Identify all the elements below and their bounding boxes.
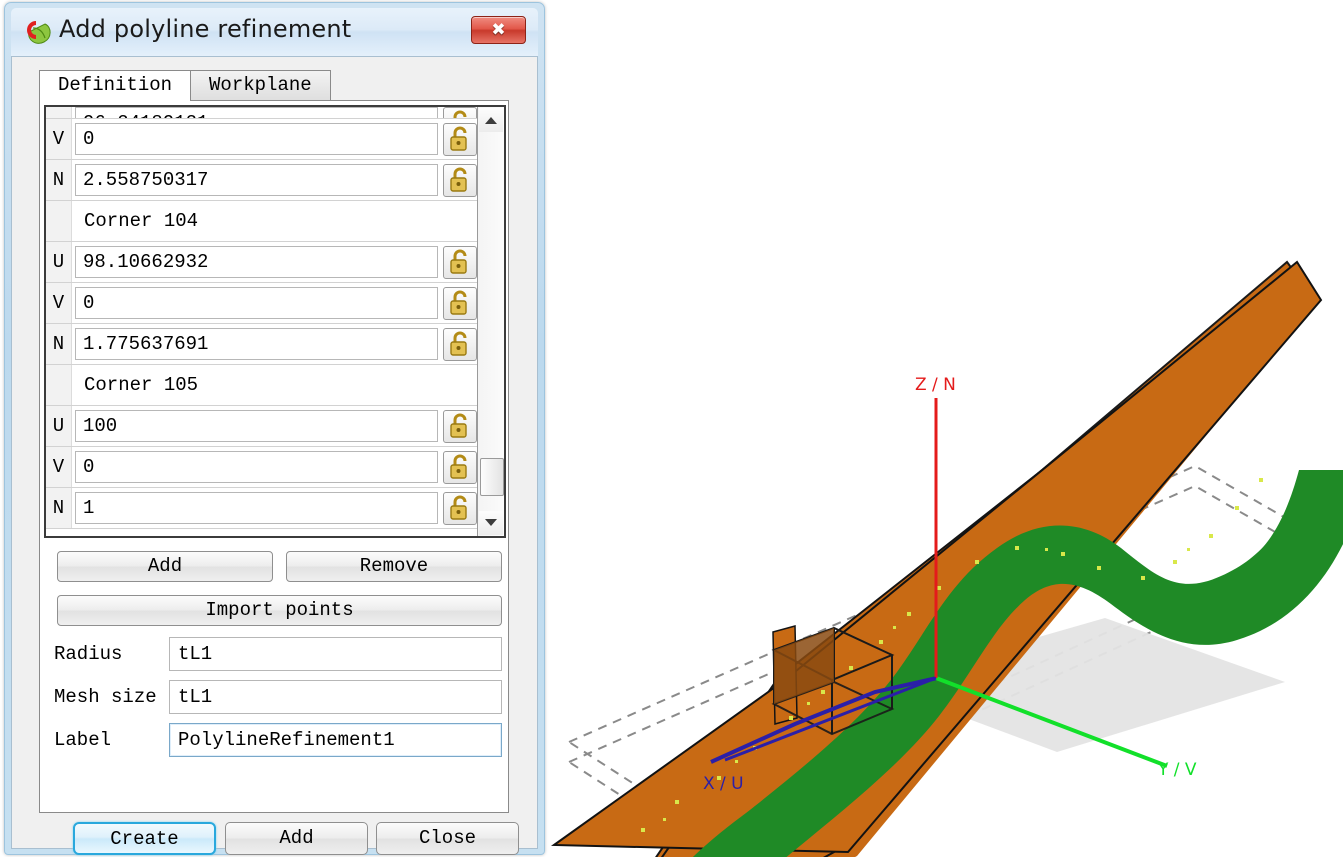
- row-lock-cell: [440, 163, 480, 197]
- corner-group-header: Corner 104: [46, 201, 480, 242]
- row-axis-label: N: [46, 160, 72, 200]
- dialog-client-area: Definition Workplane U 96.24189121: [11, 56, 538, 855]
- comsol-leaf-icon: [26, 21, 51, 44]
- corner-header-gutter: [46, 365, 72, 405]
- add-point-button[interactable]: Add: [57, 551, 273, 582]
- row-value-input[interactable]: 100: [75, 410, 438, 442]
- list-row[interactable]: N 2.558750317: [46, 160, 480, 201]
- list-row[interactable]: V 0: [46, 447, 480, 488]
- scrollbar-thumb[interactable]: [480, 458, 504, 496]
- create-button[interactable]: Create: [73, 822, 216, 855]
- 3d-viewport[interactable]: Z / N X / U Y / V: [545, 0, 1343, 857]
- unlocked-padlock-icon[interactable]: [443, 163, 477, 197]
- unlocked-padlock-icon[interactable]: [443, 450, 477, 484]
- row-lock-cell: [440, 286, 480, 320]
- row-axis-label: U: [46, 406, 72, 446]
- corner-header-gutter: [46, 201, 72, 241]
- list-row[interactable]: U 96.24189121: [46, 107, 480, 119]
- scroll-down-arrow-icon[interactable]: [479, 511, 503, 535]
- tab-strip: Definition Workplane: [39, 70, 331, 101]
- row-axis-label: N: [46, 324, 72, 364]
- unlocked-padlock-icon[interactable]: [443, 286, 477, 320]
- label-label: Label: [54, 729, 112, 751]
- list-row[interactable]: N 1.775637691: [46, 324, 480, 365]
- tab-definition[interactable]: Definition: [39, 70, 192, 101]
- scroll-up-arrow-icon[interactable]: [479, 108, 503, 132]
- unlocked-padlock-icon[interactable]: [443, 409, 477, 443]
- corner-point-list-body: U 96.24189121 V 0: [46, 107, 480, 536]
- list-row[interactable]: N 1: [46, 488, 480, 529]
- unlocked-padlock-icon[interactable]: [443, 107, 477, 118]
- row-axis-label: U: [46, 107, 72, 118]
- add-button[interactable]: Add: [225, 822, 368, 855]
- dialog-titlebar[interactable]: Add polyline refinement ✖: [11, 8, 538, 56]
- definition-panel: U 96.24189121 V 0: [39, 100, 509, 813]
- 3d-scene: Z / N X / U Y / V: [550, 260, 1343, 857]
- remove-point-button[interactable]: Remove: [286, 551, 502, 582]
- row-value-input[interactable]: 0: [75, 123, 438, 155]
- mesh-size-field-row: Mesh size tL1: [54, 680, 502, 714]
- row-axis-label: V: [46, 283, 72, 323]
- row-value-input[interactable]: 96.24189121: [75, 107, 438, 118]
- mesh-size-input[interactable]: tL1: [169, 680, 502, 714]
- unlocked-padlock-icon[interactable]: [443, 122, 477, 156]
- label-input[interactable]: PolylineRefinement1: [169, 723, 502, 757]
- unlocked-padlock-icon[interactable]: [443, 245, 477, 279]
- list-row[interactable]: U 100: [46, 406, 480, 447]
- unlocked-padlock-icon[interactable]: [443, 327, 477, 361]
- row-value-input[interactable]: 98.10662932: [75, 246, 438, 278]
- row-value-input[interactable]: 0: [75, 287, 438, 319]
- tab-workplane[interactable]: Workplane: [190, 70, 331, 101]
- row-lock-cell: [440, 327, 480, 361]
- add-polyline-refinement-dialog: Add polyline refinement ✖ Definition Wor…: [4, 2, 545, 855]
- close-window-button[interactable]: ✖: [471, 16, 526, 44]
- row-value-input[interactable]: 0: [75, 451, 438, 483]
- x-axis-label: X / U: [703, 774, 744, 794]
- row-value-input[interactable]: 2.558750317: [75, 164, 438, 196]
- list-row[interactable]: U 98.10662932: [46, 242, 480, 283]
- row-lock-cell: [440, 107, 480, 118]
- row-lock-cell: [440, 409, 480, 443]
- corner-header-label: Corner 105: [84, 374, 199, 396]
- corner-group-header: Corner 105: [46, 365, 480, 406]
- row-value-input[interactable]: 1.775637691: [75, 328, 438, 360]
- radius-field-row: Radius tL1: [54, 637, 502, 671]
- import-points-button[interactable]: Import points: [57, 595, 502, 626]
- radius-label: Radius: [54, 643, 123, 665]
- corner-header-label: Corner 104: [84, 210, 199, 232]
- label-field-row: Label PolylineRefinement1: [54, 723, 502, 757]
- close-icon: ✖: [491, 20, 506, 40]
- row-axis-label: V: [46, 119, 72, 159]
- y-axis-label: Y / V: [1157, 760, 1197, 780]
- row-lock-cell: [440, 245, 480, 279]
- list-vertical-scrollbar[interactable]: [477, 107, 504, 536]
- mesh-size-label: Mesh size: [54, 686, 157, 708]
- row-lock-cell: [440, 450, 480, 484]
- radius-input[interactable]: tL1: [169, 637, 502, 671]
- row-lock-cell: [440, 491, 480, 525]
- list-row[interactable]: V 0: [46, 283, 480, 324]
- close-button[interactable]: Close: [376, 822, 519, 855]
- row-axis-label: N: [46, 488, 72, 528]
- list-row[interactable]: V 0: [46, 119, 480, 160]
- corner-point-list[interactable]: U 96.24189121 V 0: [44, 105, 506, 538]
- row-axis-label: U: [46, 242, 72, 282]
- dialog-title: Add polyline refinement: [59, 15, 352, 43]
- row-axis-label: V: [46, 447, 72, 487]
- z-axis-label: Z / N: [915, 375, 956, 395]
- unlocked-padlock-icon[interactable]: [443, 491, 477, 525]
- row-lock-cell: [440, 122, 480, 156]
- row-value-input[interactable]: 1: [75, 492, 438, 524]
